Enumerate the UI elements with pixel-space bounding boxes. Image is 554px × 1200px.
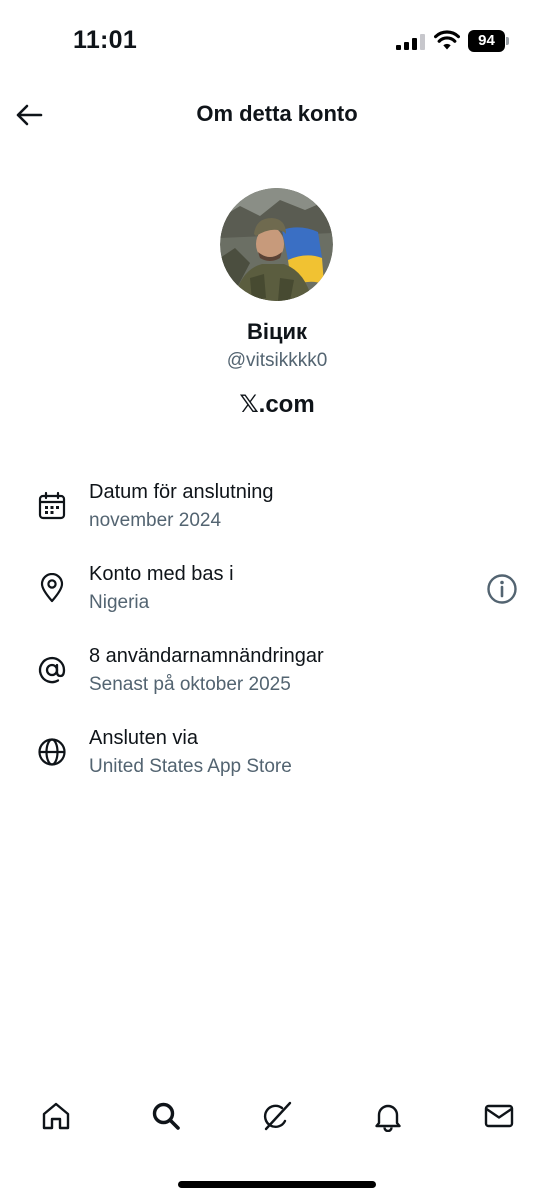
avatar-image bbox=[220, 188, 333, 301]
calendar-icon bbox=[38, 491, 66, 520]
info-row-title: 8 användarnamnändringar bbox=[89, 645, 324, 667]
profile-handle: @vitsikkkk0 bbox=[226, 350, 328, 371]
status-bar: 11:01 94 bbox=[0, 0, 554, 84]
info-row-connected-via: Ansluten via United States App Store bbox=[0, 727, 554, 797]
profile-avatar[interactable] bbox=[220, 188, 333, 301]
home-indicator[interactable] bbox=[178, 1181, 376, 1188]
info-row-subtitle: Senast på oktober 2025 bbox=[89, 674, 291, 695]
info-row-title: Konto med bas i bbox=[89, 563, 234, 585]
status-time: 11:01 bbox=[73, 26, 138, 54]
info-row-join-date: Datum för anslutning november 2024 bbox=[0, 481, 554, 551]
header: Om detta konto bbox=[0, 88, 554, 142]
nav-notifications[interactable] bbox=[370, 1098, 406, 1134]
battery-tip bbox=[506, 37, 509, 45]
at-sign-icon bbox=[38, 657, 66, 684]
profile-name: Віцик bbox=[246, 319, 308, 344]
site-label: 𝕏.com bbox=[239, 391, 315, 418]
nav-grok[interactable] bbox=[259, 1098, 295, 1134]
info-row-username-changes: 8 användarnamnändringar Senast på oktobe… bbox=[0, 645, 554, 715]
info-row-subtitle: United States App Store bbox=[89, 756, 292, 777]
cellular-signal-icon bbox=[396, 34, 425, 50]
nav-home[interactable] bbox=[38, 1098, 74, 1134]
info-row-title: Ansluten via bbox=[89, 727, 198, 749]
info-row-subtitle: Nigeria bbox=[89, 592, 150, 613]
info-row-based-in: Konto med bas i Nigeria bbox=[0, 563, 554, 633]
bottom-navigation bbox=[0, 1088, 554, 1148]
info-row-title: Datum för anslutning bbox=[89, 481, 274, 503]
grok-icon bbox=[263, 1101, 292, 1131]
page-title: Om detta konto bbox=[196, 101, 358, 126]
search-icon bbox=[152, 1102, 180, 1130]
info-row-subtitle: november 2024 bbox=[89, 510, 222, 531]
bell-icon bbox=[375, 1104, 401, 1132]
mail-icon bbox=[484, 1104, 514, 1128]
location-info-button[interactable] bbox=[485, 572, 519, 606]
globe-icon bbox=[38, 738, 66, 766]
battery-level: 94 bbox=[468, 30, 505, 52]
location-pin-icon bbox=[40, 573, 64, 603]
nav-messages[interactable] bbox=[481, 1098, 517, 1134]
home-icon bbox=[42, 1102, 70, 1130]
wifi-icon bbox=[434, 30, 460, 50]
nav-search[interactable] bbox=[148, 1098, 184, 1134]
battery-indicator: 94 bbox=[468, 30, 510, 52]
info-circle-icon bbox=[487, 574, 517, 604]
